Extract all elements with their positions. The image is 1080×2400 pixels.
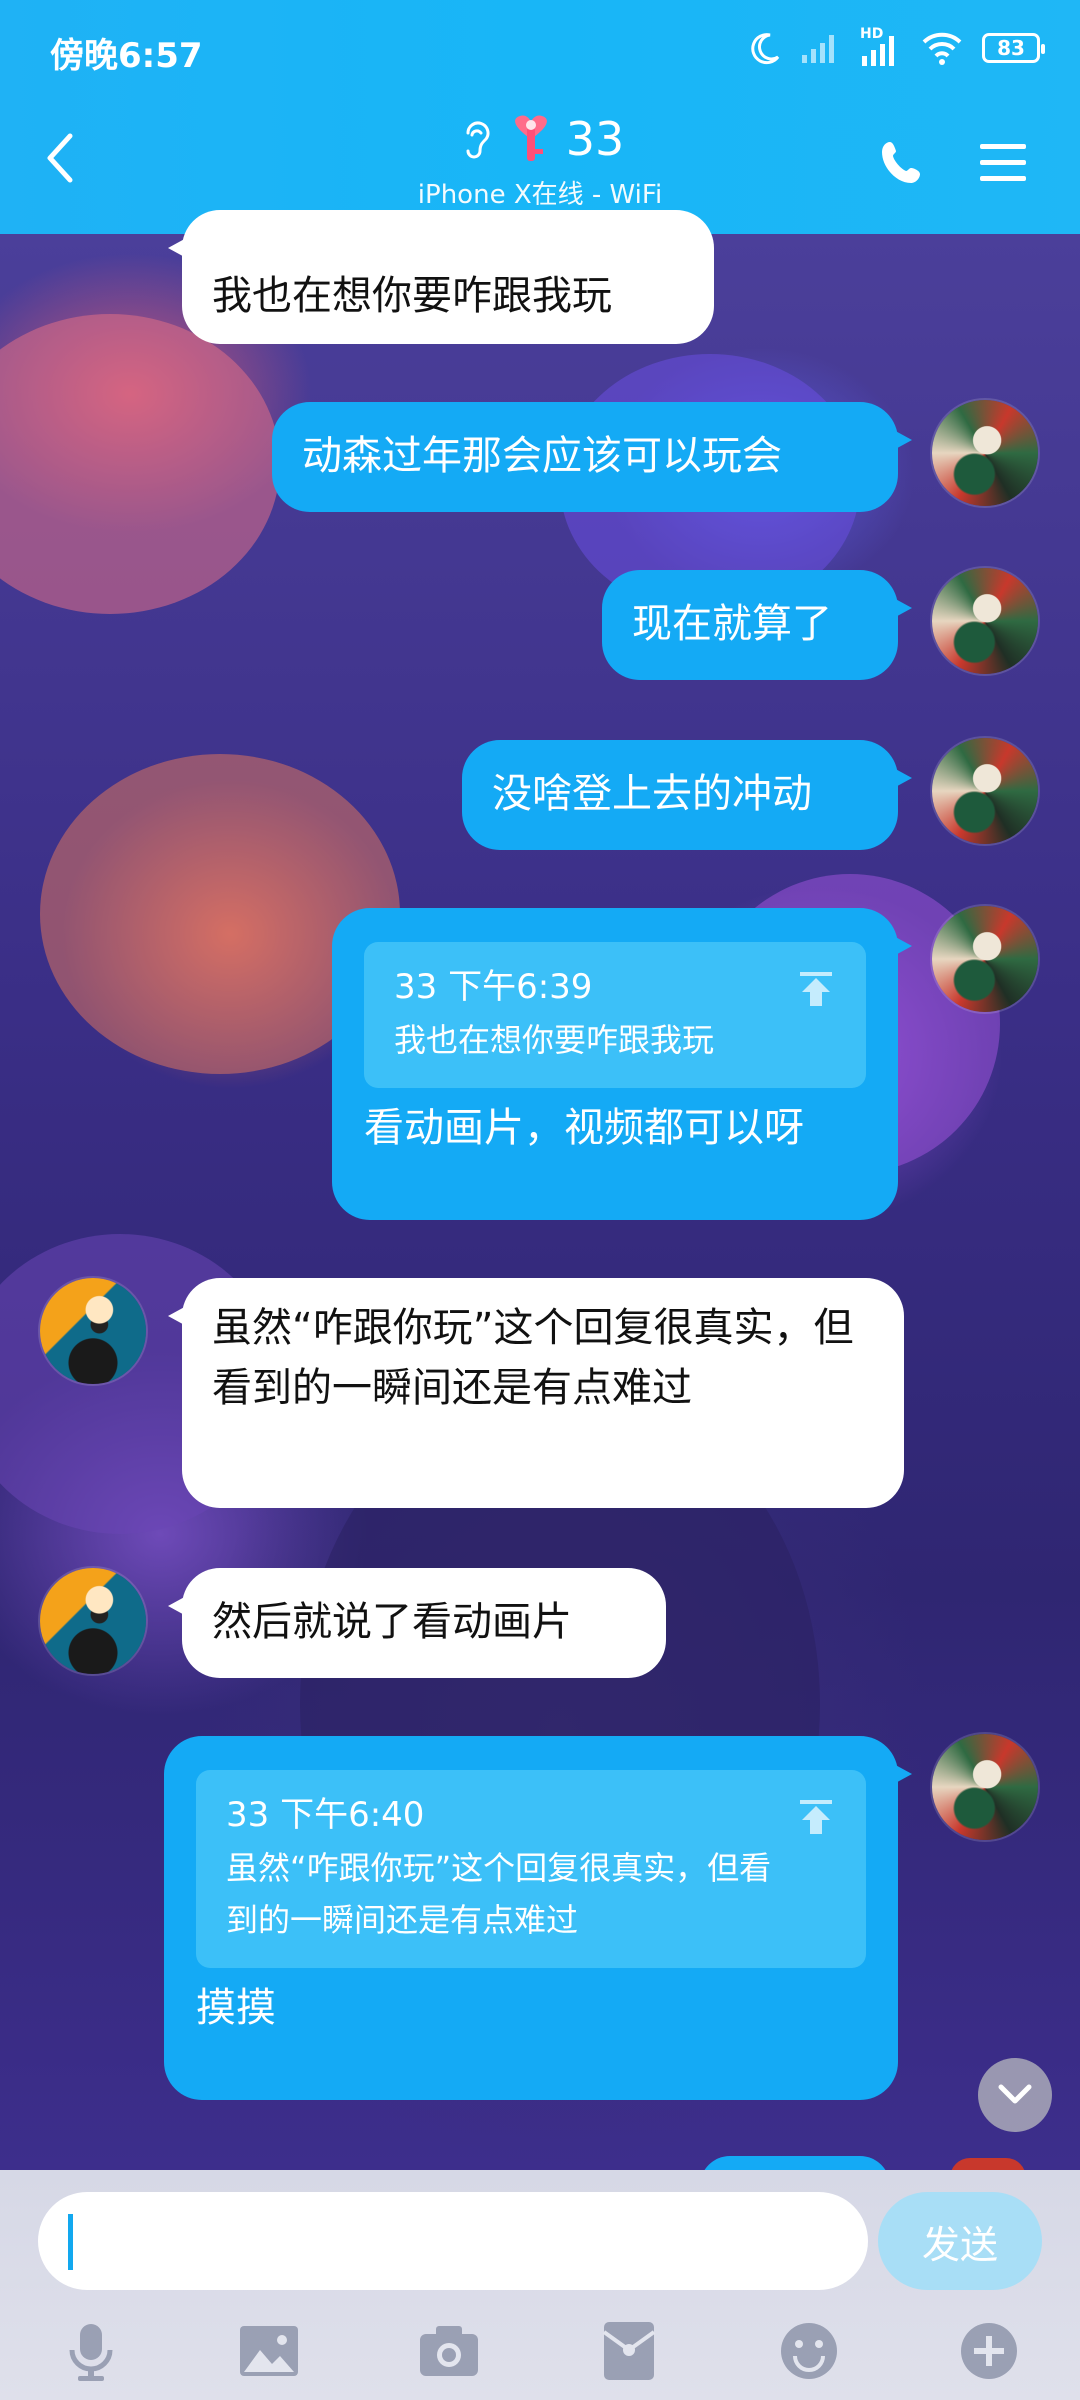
message-text: 动森过年那会应该可以玩会 <box>302 433 782 479</box>
image-icon[interactable] <box>236 2318 302 2384</box>
battery-indicator: 83 <box>982 33 1045 63</box>
camera-icon[interactable] <box>416 2318 482 2384</box>
wifi-icon <box>922 32 962 65</box>
text-caret <box>68 2214 73 2270</box>
red-packet-icon[interactable] <box>596 2318 662 2384</box>
send-button[interactable]: 发送 <box>878 2192 1042 2290</box>
ear-icon <box>466 121 490 159</box>
status-icons: HD 83 <box>748 24 1045 72</box>
heart-key-icon <box>514 115 547 161</box>
composer-toolbar <box>0 2318 1080 2388</box>
scroll-to-bottom-button[interactable] <box>978 2058 1052 2132</box>
quoted-message[interactable]: 33 下午6:39 我也在想你要咋跟我玩 <box>364 942 866 1088</box>
message-bubble[interactable]: 动森过年那会应该可以玩会 <box>272 402 912 512</box>
message-text: 没啥登上去的冲动 <box>492 771 812 817</box>
chevron-down-icon <box>998 2084 1032 2104</box>
moon-icon <box>751 33 780 65</box>
quote-text: 虽然“咋跟你玩”这个回复很真实，但看到的一瞬间还是有点难过 <box>226 1849 772 1939</box>
my-avatar[interactable] <box>932 400 1038 506</box>
quoted-message[interactable]: 33 下午6:40 虽然“咋跟你玩”这个回复很真实，但看到的一瞬间还是有点难过 <box>196 1770 866 1968</box>
jump-to-message-icon[interactable] <box>796 968 836 1008</box>
message-text: 看动画片，视频都可以呀 <box>364 1105 804 1151</box>
contact-avatar[interactable] <box>40 1568 146 1674</box>
menu-icon[interactable] <box>978 140 1028 184</box>
message-bubble[interactable]: 虽然“咋跟你玩”这个回复很真实，但看到的一瞬间还是有点难过 <box>168 1278 904 1508</box>
plus-icon[interactable] <box>956 2318 1022 2384</box>
message-bubble[interactable]: 然后就说了看动画片 <box>168 1568 666 1678</box>
header-bar: 傍晚6:57 HD 83 33 iPhone X在线 - WiFi <box>0 0 1080 234</box>
quote-text: 我也在想你要咋跟我玩 <box>394 1021 715 1059</box>
reply-bubble[interactable]: 33 下午6:40 虽然“咋跟你玩”这个回复很真实，但看到的一瞬间还是有点难过 … <box>164 1736 912 2100</box>
reply-bubble[interactable]: 33 下午6:39 我也在想你要咋跟我玩 看动画片，视频都可以呀 <box>332 908 912 1220</box>
jump-to-message-icon[interactable] <box>796 1796 836 1836</box>
message-input[interactable] <box>38 2192 868 2290</box>
quote-header: 33 下午6:39 <box>394 967 593 1007</box>
my-avatar[interactable] <box>932 1734 1038 1840</box>
emoji-icon[interactable] <box>776 2318 842 2384</box>
message-text: 现在就算了 <box>632 601 832 647</box>
status-time: 傍晚6:57 <box>50 36 203 76</box>
message-text: 然后就说了看动画片 <box>212 1599 572 1645</box>
my-avatar[interactable] <box>932 906 1038 1012</box>
signal-icon <box>802 35 834 63</box>
contact-avatar[interactable] <box>40 1278 146 1384</box>
phone-icon[interactable] <box>878 138 928 188</box>
contact-name: 33 <box>565 112 625 166</box>
signal-hd-icon <box>862 36 894 66</box>
message-bubble[interactable]: 现在就算了 <box>602 570 912 680</box>
quote-header: 33 下午6:40 <box>226 1795 425 1835</box>
message-text: 虽然“咋跟你玩”这个回复很真实，但看到的一瞬间还是有点难过 <box>212 1305 854 1411</box>
my-avatar[interactable] <box>932 738 1038 844</box>
hd-signal: HD <box>858 26 902 68</box>
message-text: 我也在想你要咋跟我玩 <box>212 273 612 319</box>
message-text: 摸摸 <box>196 1985 276 2031</box>
composer-area: 发送 <box>0 2170 1080 2400</box>
my-avatar[interactable] <box>932 568 1038 674</box>
message-bubble[interactable]: 没啥登上去的冲动 <box>462 740 912 850</box>
mic-icon[interactable] <box>58 2318 124 2384</box>
message-bubble[interactable]: 我也在想你要咋跟我玩 <box>168 210 714 344</box>
